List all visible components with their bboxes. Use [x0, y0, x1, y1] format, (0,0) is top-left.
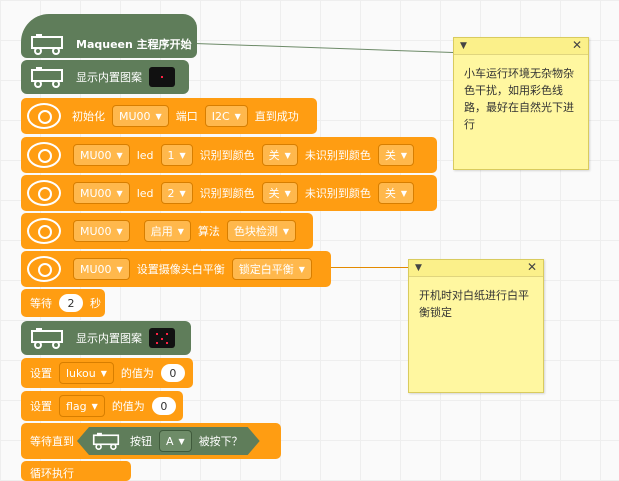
- mu-vision-icon: [27, 180, 61, 206]
- set-variable-block-flag[interactable]: 设置 flag ▼ 的值为 0: [21, 391, 183, 421]
- white-balance-mode-dropdown[interactable]: 锁定白平衡 ▼: [231, 258, 312, 280]
- mu-led-block-2[interactable]: MU00 ▼ led 2 ▼ 识别到颜色 关 ▼ 未识别到颜色 关 ▼: [21, 175, 437, 211]
- mu-white-balance-block[interactable]: MU00 ▼ 设置摄像头白平衡 锁定白平衡 ▼: [21, 251, 331, 287]
- value-is-label: 的值为: [111, 400, 145, 413]
- init-label: 初始化: [72, 110, 105, 123]
- undetected-color-dropdown[interactable]: 关 ▼: [377, 144, 414, 166]
- undetected-color-label: 未识别到颜色: [304, 149, 371, 162]
- led-matrix-preview[interactable]: [149, 328, 175, 348]
- led-number-dropdown[interactable]: 2 ▼: [160, 182, 193, 204]
- undetected-color-dropdown[interactable]: 关 ▼: [377, 182, 414, 204]
- note-header: ▼ ✕: [409, 260, 543, 277]
- led-label: led: [136, 186, 154, 200]
- maqueen-robot-icon: [29, 327, 65, 349]
- collapse-icon[interactable]: ▼: [415, 263, 422, 273]
- device-dropdown[interactable]: MU00 ▼: [112, 105, 169, 127]
- main-start-block[interactable]: Maqueen 主程序开始: [21, 14, 197, 58]
- close-icon[interactable]: ✕: [527, 260, 537, 274]
- close-icon[interactable]: ✕: [572, 38, 582, 52]
- note-connector-2: [330, 267, 410, 268]
- mu-vision-icon: [27, 218, 61, 244]
- note-connector-1: [194, 43, 457, 54]
- mu-init-block[interactable]: 初始化 MU00 ▼ 端口 I2C ▼ 直到成功: [21, 98, 317, 134]
- note-text[interactable]: 开机时对白纸进行白平衡锁定: [409, 277, 543, 331]
- value-input-flag[interactable]: 0: [151, 397, 176, 415]
- comment-note-1[interactable]: ▼ ✕ 小车运行环境无杂物杂色干扰，如用彩色线路，最好在自然光下进行: [453, 37, 589, 170]
- forever-label: 循环执行: [30, 467, 74, 480]
- wait-until-label: 等待直到: [30, 435, 74, 448]
- algorithm-dropdown[interactable]: 色块检测 ▼: [226, 220, 297, 242]
- led-number-dropdown[interactable]: 1 ▼: [160, 144, 193, 166]
- algorithm-label: 算法: [197, 225, 220, 238]
- maqueen-robot-icon: [29, 33, 65, 55]
- show-image-block-2[interactable]: 显示内置图案: [21, 321, 191, 355]
- mu-vision-icon: [27, 103, 61, 129]
- wait-label: 等待: [30, 297, 52, 310]
- device-dropdown[interactable]: MU00 ▼: [73, 144, 130, 166]
- until-success-label: 直到成功: [254, 110, 299, 123]
- button-label: 按钮: [130, 435, 152, 448]
- port-dropdown[interactable]: I2C ▼: [204, 105, 248, 127]
- variable-dropdown-flag[interactable]: flag ▼: [59, 395, 105, 417]
- set-label: 设置: [30, 367, 52, 380]
- button-dropdown[interactable]: A ▼: [159, 430, 192, 452]
- set-variable-block-lukou[interactable]: 设置 lukou ▼ 的值为 0: [21, 358, 193, 388]
- show-image-block-1[interactable]: 显示内置图案: [21, 60, 189, 94]
- white-balance-label: 设置摄像头白平衡: [136, 263, 225, 276]
- mu-vision-icon: [27, 256, 61, 282]
- enable-dropdown[interactable]: 启用 ▼: [143, 220, 191, 242]
- detected-color-dropdown[interactable]: 关 ▼: [261, 182, 298, 204]
- show-image-label: 显示内置图案: [76, 71, 142, 84]
- undetected-color-label: 未识别到颜色: [304, 187, 371, 200]
- variable-dropdown-lukou[interactable]: lukou ▼: [59, 362, 114, 384]
- show-image-label: 显示内置图案: [76, 332, 142, 345]
- collapse-icon[interactable]: ▼: [460, 41, 467, 51]
- device-dropdown[interactable]: MU00 ▼: [73, 182, 130, 204]
- wait-until-block[interactable]: 等待直到 按钮 A ▼ 被按下？: [21, 423, 281, 459]
- detected-color-dropdown[interactable]: 关 ▼: [261, 144, 298, 166]
- comment-note-2[interactable]: ▼ ✕ 开机时对白纸进行白平衡锁定: [408, 259, 544, 393]
- mu-algorithm-block[interactable]: MU00 ▼ 启用 ▼ 算法 色块检测 ▼: [21, 213, 313, 249]
- main-start-label: Maqueen 主程序开始: [76, 38, 192, 51]
- device-dropdown[interactable]: MU00 ▼: [73, 258, 130, 280]
- maqueen-robot-icon: [91, 432, 121, 450]
- maqueen-robot-icon: [29, 66, 65, 88]
- value-input-lukou[interactable]: 0: [160, 364, 185, 382]
- note-text[interactable]: 小车运行环境无杂物杂色干扰，如用彩色线路，最好在自然光下进行: [454, 55, 588, 143]
- wait-seconds-input[interactable]: 2: [59, 294, 83, 312]
- port-label: 端口: [175, 110, 198, 123]
- device-dropdown[interactable]: MU00 ▼: [73, 220, 130, 242]
- led-label: led: [136, 148, 154, 162]
- value-is-label: 的值为: [120, 367, 154, 380]
- set-label: 设置: [30, 400, 52, 413]
- mu-led-block-1[interactable]: MU00 ▼ led 1 ▼ 识别到颜色 关 ▼ 未识别到颜色 关 ▼: [21, 137, 437, 173]
- wait-seconds-block[interactable]: 等待 2 秒: [21, 289, 105, 317]
- is-pressed-label: 被按下？: [198, 435, 243, 448]
- forever-loop-block[interactable]: 循环执行: [21, 461, 131, 481]
- button-pressed-condition[interactable]: 按钮 A ▼ 被按下？: [77, 427, 260, 455]
- seconds-unit-label: 秒: [90, 297, 101, 310]
- mu-vision-icon: [27, 142, 61, 168]
- led-matrix-preview[interactable]: [149, 67, 175, 87]
- detected-color-label: 识别到颜色: [199, 149, 255, 162]
- note-header: ▼ ✕: [454, 38, 588, 55]
- detected-color-label: 识别到颜色: [199, 187, 255, 200]
